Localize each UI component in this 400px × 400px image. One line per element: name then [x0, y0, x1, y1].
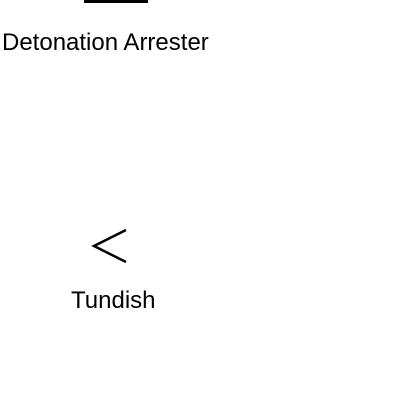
diagram-canvas: Detonation Arrester Tundish: [0, 0, 400, 400]
detonation-arrester-label: Detonation Arrester: [2, 29, 209, 56]
tundish-label: Tundish: [71, 287, 156, 314]
detonation-arrester-icon: [84, 0, 148, 3]
tundish-icon: [91, 228, 127, 264]
